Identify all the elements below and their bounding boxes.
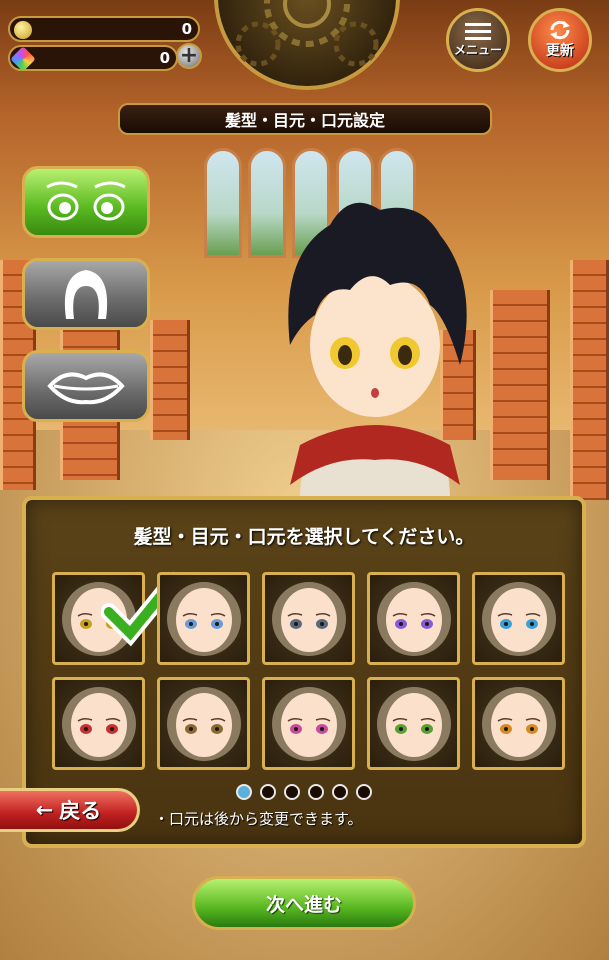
left-arrow-icon: ←	[35, 798, 54, 822]
page-title-text: 髪型・目元・口元設定	[224, 111, 385, 130]
back-button[interactable]: ← 戻る	[0, 788, 140, 832]
page-title: 髪型・目元・口元設定	[118, 103, 492, 135]
refresh-icon	[550, 20, 570, 40]
page-dot[interactable]	[236, 784, 252, 800]
face-icon	[61, 686, 136, 761]
add-currency-button[interactable]: +	[176, 43, 202, 69]
face-icon	[271, 686, 346, 761]
face-icon	[481, 581, 556, 656]
tab-mouth[interactable]	[22, 350, 150, 422]
face-icon	[481, 686, 556, 761]
face-icon	[166, 581, 241, 656]
hamburger-icon	[465, 22, 491, 40]
face-icon	[271, 581, 346, 656]
face-option[interactable]	[367, 572, 460, 665]
face-option[interactable]	[472, 677, 565, 770]
face-icon	[376, 686, 451, 761]
character-preview	[288, 202, 467, 500]
page-dot[interactable]	[356, 784, 372, 800]
menu-button[interactable]: メニュー	[446, 8, 510, 72]
face-icon	[166, 686, 241, 761]
gem-icon	[10, 46, 36, 72]
hair-icon	[64, 270, 108, 319]
face-option[interactable]	[157, 677, 250, 770]
currency1-bar: 0	[8, 16, 200, 42]
lips-icon	[47, 372, 125, 405]
menu-label: メニュー	[453, 42, 502, 57]
pillar	[490, 290, 550, 480]
back-label: 戻る	[59, 799, 102, 823]
coin-icon	[14, 21, 32, 39]
face-icon	[376, 581, 451, 656]
next-button[interactable]: 次へ進む	[192, 876, 416, 930]
face-option[interactable]	[52, 571, 179, 665]
face-option[interactable]	[262, 677, 355, 770]
gear-icon	[235, 0, 379, 67]
currency2-value: 0	[159, 49, 170, 67]
page-dot[interactable]	[284, 784, 300, 800]
tab-hair[interactable]	[22, 258, 150, 330]
eyes-icon	[46, 181, 126, 221]
gear-ornament	[214, 0, 400, 90]
plus-icon: +	[179, 43, 199, 68]
face-option[interactable]	[52, 677, 145, 770]
panel-note: ・口元は後から変更できます。	[154, 810, 363, 828]
currency2-bar: 0	[8, 45, 178, 72]
face-option[interactable]	[472, 572, 565, 665]
currency1-value: 0	[181, 20, 192, 38]
pillar	[570, 260, 609, 500]
face-option[interactable]	[367, 677, 460, 770]
face-grid	[52, 571, 565, 770]
page-dot[interactable]	[260, 784, 276, 800]
update-label: 更新	[546, 43, 574, 59]
pillar	[150, 320, 190, 440]
update-button[interactable]: 更新	[528, 8, 592, 72]
tab-eyes[interactable]	[22, 166, 150, 238]
page-dot[interactable]	[332, 784, 348, 800]
face-option[interactable]	[157, 572, 250, 665]
arch-window	[204, 148, 242, 258]
page-dot[interactable]	[308, 784, 324, 800]
next-label: 次へ進む	[265, 893, 342, 916]
face-option[interactable]	[262, 572, 355, 665]
panel-title: 髪型・目元・口元を選択してください。	[133, 526, 475, 548]
